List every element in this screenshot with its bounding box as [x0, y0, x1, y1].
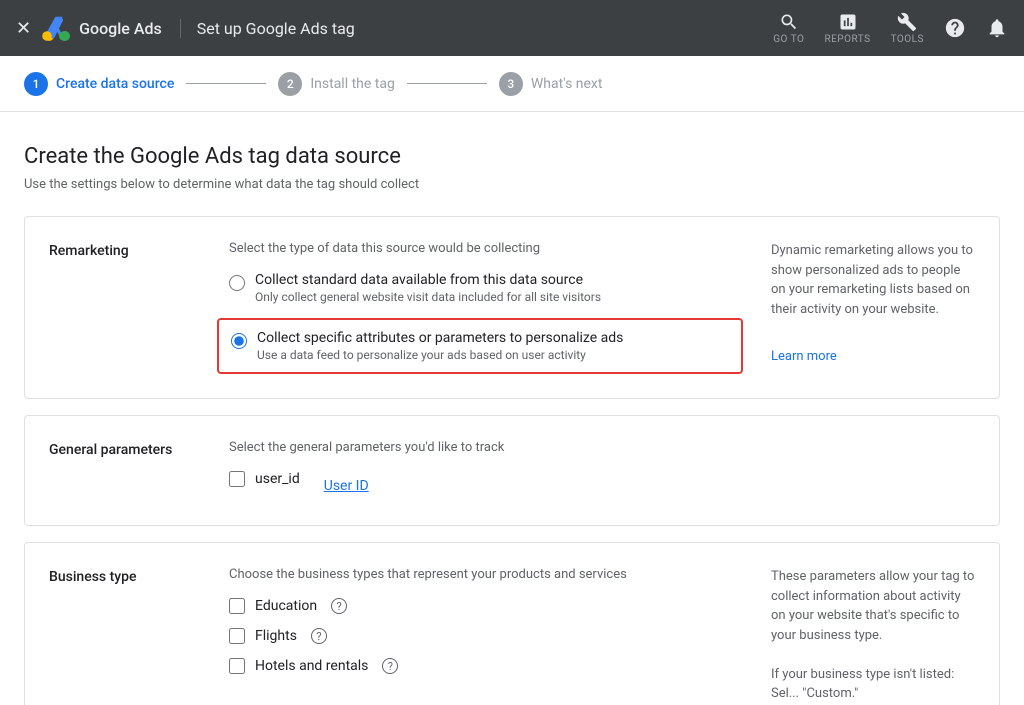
- hotels-rentals-label: Hotels and rentals: [255, 658, 368, 674]
- reports-button[interactable]: REPORTS: [824, 12, 870, 45]
- page-title: Create the Google Ads tag data source: [24, 144, 1000, 169]
- business-type-aside: These parameters allow your tag to colle…: [755, 567, 975, 704]
- google-ads-logo-icon: [41, 12, 73, 44]
- step-1[interactable]: 1 Create data source: [24, 72, 174, 96]
- step-2-circle: 2: [278, 72, 302, 96]
- learn-more-link[interactable]: Learn more: [771, 347, 837, 367]
- education-label: Education: [255, 598, 317, 614]
- step-1-circle: 1: [24, 72, 48, 96]
- remarketing-label: Remarketing: [49, 241, 229, 374]
- notifications-button[interactable]: [986, 17, 1008, 39]
- flights-help-icon[interactable]: ?: [311, 628, 327, 644]
- step-1-label: Create data source: [56, 76, 174, 92]
- hotels-help-icon[interactable]: ?: [382, 658, 398, 674]
- education-help-icon[interactable]: ?: [331, 598, 347, 614]
- remarketing-section: Remarketing Select the type of data this…: [24, 216, 1000, 399]
- business-type-section: Business type Choose the business types …: [24, 542, 1000, 705]
- general-parameters-title: Select the general parameters you'd like…: [229, 440, 755, 455]
- radio-standard-label: Collect standard data available from thi…: [255, 272, 601, 288]
- reports-icon: [838, 12, 858, 32]
- bell-icon: [986, 17, 1008, 39]
- radio-collect-standard[interactable]: [229, 275, 245, 291]
- close-icon[interactable]: ✕: [16, 18, 31, 39]
- user-id-link[interactable]: User ID: [324, 478, 369, 494]
- step-3: 3 What's next: [499, 72, 603, 96]
- step-2: 2 Install the tag: [278, 72, 395, 96]
- tools-icon: [897, 12, 917, 32]
- checkbox-flights-input[interactable]: [229, 628, 245, 644]
- tools-label: TOOLS: [891, 34, 924, 45]
- remarketing-body-title: Select the type of data this source woul…: [229, 241, 755, 256]
- general-parameters-label: General parameters: [49, 440, 229, 501]
- step-2-label: Install the tag: [310, 76, 395, 92]
- page-header-title: Set up Google Ads tag: [180, 19, 355, 38]
- reports-label: REPORTS: [824, 34, 870, 45]
- radio-standard-desc: Only collect general website visit data …: [255, 290, 601, 304]
- radio-option-standard: Collect standard data available from thi…: [229, 272, 755, 304]
- general-parameters-section: General parameters Select the general pa…: [24, 415, 1000, 526]
- stepper: 1 Create data source 2 Install the tag 3…: [0, 56, 1024, 112]
- business-type-title: Choose the business types that represent…: [229, 567, 755, 582]
- tools-button[interactable]: TOOLS: [891, 12, 924, 45]
- step-connector-2: [407, 83, 487, 84]
- radio-option-specific: Collect specific attributes or parameter…: [231, 330, 729, 362]
- business-type-label: Business type: [49, 567, 229, 704]
- checkbox-hotels-input[interactable]: [229, 658, 245, 674]
- flights-label: Flights: [255, 628, 297, 644]
- checkbox-userid: user_id: [229, 471, 300, 487]
- checkbox-education: Education ?: [229, 598, 755, 614]
- goto-label: GO TO: [773, 34, 804, 45]
- radio-collect-specific[interactable]: [231, 333, 247, 349]
- user-id-row: user_id User ID: [229, 471, 755, 501]
- general-parameters-aside: [755, 440, 975, 501]
- goto-button[interactable]: GO TO: [773, 12, 804, 45]
- radio-option-specific-highlighted: Collect specific attributes or parameter…: [217, 318, 743, 374]
- checkbox-flights: Flights ?: [229, 628, 755, 644]
- help-button[interactable]: [944, 17, 966, 39]
- brand-name: Google Ads: [79, 19, 162, 38]
- step-3-label: What's next: [531, 76, 603, 92]
- page-subtitle: Use the settings below to determine what…: [24, 177, 1000, 192]
- top-nav: ✕ Google Ads Set up Google Ads tag: [0, 0, 1024, 56]
- checkbox-hotels-rentals: Hotels and rentals ?: [229, 658, 755, 674]
- main-content: Create the Google Ads tag data source Us…: [0, 112, 1024, 705]
- checkbox-userid-input[interactable]: [229, 471, 245, 487]
- radio-specific-label: Collect specific attributes or parameter…: [257, 330, 623, 346]
- remarketing-aside: Dynamic remarketing allows you to show p…: [755, 241, 975, 374]
- help-icon: [944, 17, 966, 39]
- step-connector-1: [186, 83, 266, 84]
- search-icon: [779, 12, 799, 32]
- radio-specific-desc: Use a data feed to personalize your ads …: [257, 348, 623, 362]
- google-ads-logo: Google Ads: [41, 12, 162, 44]
- userid-label: user_id: [255, 471, 300, 487]
- step-3-circle: 3: [499, 72, 523, 96]
- checkbox-education-input[interactable]: [229, 598, 245, 614]
